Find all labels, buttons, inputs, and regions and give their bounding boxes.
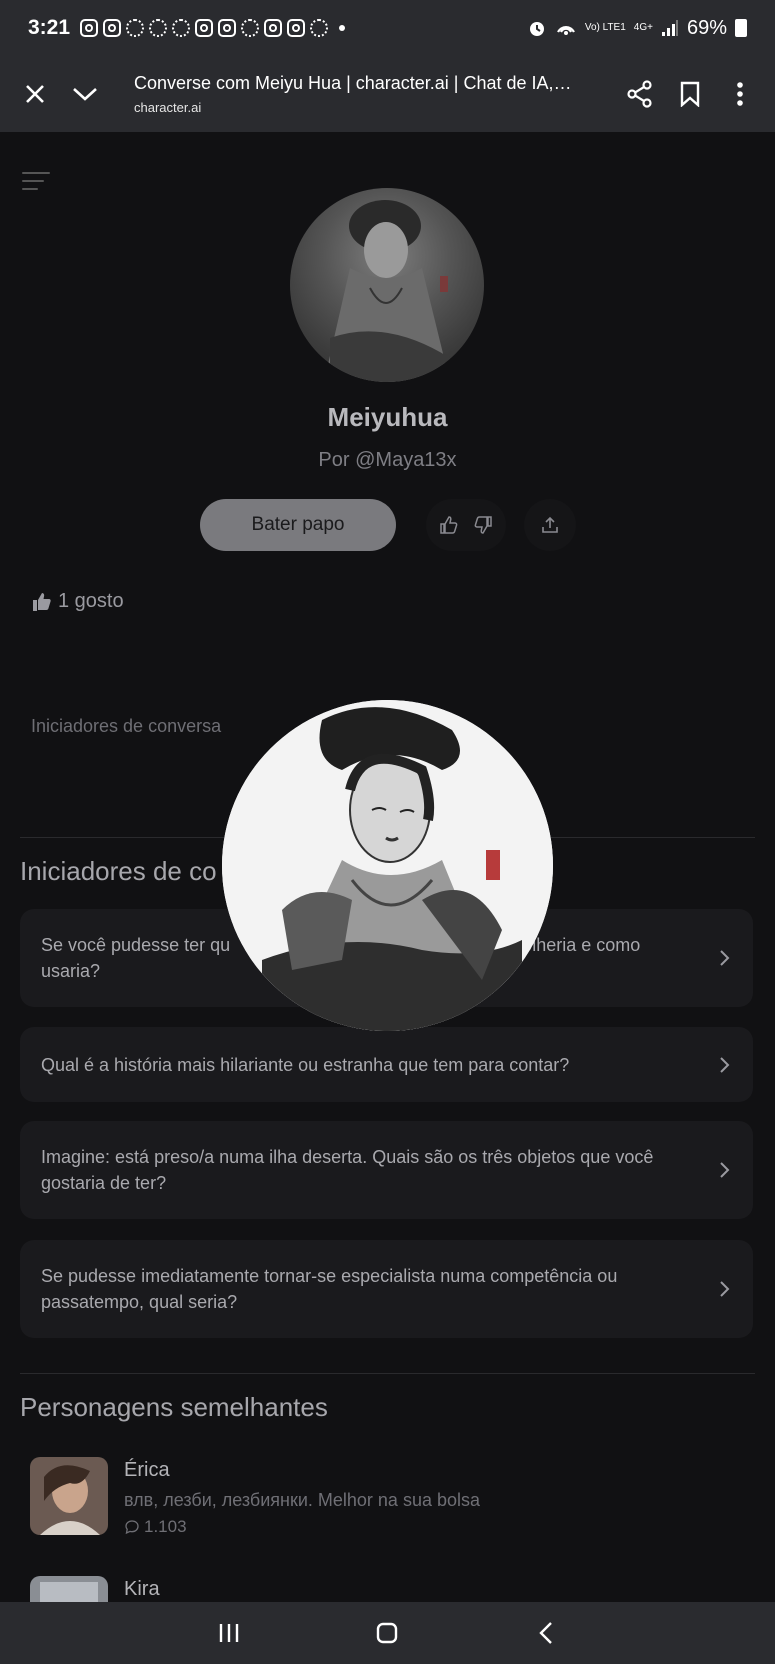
share-button[interactable] xyxy=(615,69,665,119)
similar-character-info: Kira xyxy=(124,1576,160,1602)
starter-card[interactable]: Qual é a história mais hilariante ou est… xyxy=(20,1027,753,1102)
starter-card[interactable]: Imagine: está preso/a numa ilha deserta.… xyxy=(20,1121,753,1219)
chat-count-value: 1.103 xyxy=(144,1517,187,1536)
status-bar: 3:21 Vo) LTE1 4G+ 69% xyxy=(0,0,775,56)
similar-character-item[interactable]: Érica влв, лезби, лезбиянки. Melhor na s… xyxy=(30,1457,480,1537)
similar-character-info: Érica влв, лезби, лезбиянки. Melhor na s… xyxy=(124,1457,480,1537)
app-icon xyxy=(172,19,191,37)
app-icon xyxy=(310,19,329,37)
collapse-button[interactable] xyxy=(60,69,110,119)
avatar-image xyxy=(30,1457,108,1535)
menu-icon[interactable] xyxy=(22,172,50,194)
browser-toolbar: Converse com Meiyu Hua | character.ai | … xyxy=(0,56,775,132)
app-icon xyxy=(126,19,145,37)
starters-title: Iniciadores de co xyxy=(20,856,217,886)
app-icon xyxy=(241,19,260,37)
similar-character-avatar xyxy=(30,1457,108,1535)
recent-apps-button[interactable] xyxy=(199,1608,259,1658)
network-indicator: 4G+ xyxy=(633,22,653,33)
recent-apps-icon xyxy=(219,1624,239,1642)
chevron-right-icon xyxy=(720,1281,730,1297)
chat-button[interactable]: Bater papo xyxy=(200,499,396,551)
status-right: Vo) LTE1 4G+ 69% xyxy=(527,17,747,40)
notification-icons xyxy=(80,19,346,37)
alarm-icon xyxy=(529,22,544,36)
page-title: Converse com Meiyu Hua | character.ai | … xyxy=(134,73,574,93)
character-name: Meiyuhua xyxy=(327,402,448,432)
battery-percent: 69% xyxy=(686,16,727,39)
chevron-right-icon xyxy=(720,950,730,966)
starter-text: Imagine: está preso/a numa ilha deserta.… xyxy=(41,1147,654,1193)
similar-character-item[interactable]: Kira xyxy=(30,1576,160,1602)
portrait-image xyxy=(222,700,553,1031)
close-icon xyxy=(26,85,44,103)
back-button[interactable] xyxy=(516,1608,576,1658)
instagram-icon xyxy=(80,19,99,37)
instagram-icon xyxy=(287,19,306,37)
chevron-right-icon xyxy=(720,1056,730,1073)
home-icon xyxy=(377,1622,398,1644)
status-time: 3:21 xyxy=(28,16,71,39)
starter-text: Se pudesse imediatamente tornar-se espec… xyxy=(41,1266,618,1312)
instagram-icon xyxy=(103,19,122,37)
character-author[interactable]: Por @Maya13x xyxy=(0,449,775,472)
close-button[interactable] xyxy=(10,69,60,119)
chevron-down-icon xyxy=(73,88,97,101)
starter-text: Qual é a história mais hilariante ou est… xyxy=(41,1054,570,1075)
instagram-icon xyxy=(195,19,214,37)
avatar-image xyxy=(30,1576,108,1602)
chevron-right-icon xyxy=(720,1162,730,1178)
similar-character-name: Érica xyxy=(124,1459,170,1481)
page-domain: character.ai xyxy=(134,100,202,115)
enlarged-avatar[interactable] xyxy=(222,700,553,1031)
signal-icon xyxy=(661,20,678,36)
more-vertical-icon xyxy=(737,82,743,106)
chat-count: 1.103 xyxy=(124,1517,480,1537)
similar-character-avatar xyxy=(30,1576,108,1602)
starters-tab-label[interactable]: Iniciadores de conversa xyxy=(31,716,221,737)
share-character-button[interactable] xyxy=(524,499,576,551)
system-nav-bar xyxy=(0,1602,775,1664)
thumbs-up-icon[interactable] xyxy=(439,515,459,535)
more-notifications-dot xyxy=(339,25,346,31)
page-content: Meiyuhua Por @Maya13x Bater papo 1 gosto… xyxy=(0,132,775,1602)
thumbs-down-icon[interactable] xyxy=(473,515,493,535)
divider xyxy=(20,1373,755,1374)
upload-icon xyxy=(542,516,558,533)
likes-count: 1 gosto xyxy=(32,590,124,613)
bookmark-icon xyxy=(680,81,700,107)
home-button[interactable] xyxy=(357,1608,417,1658)
chat-bubble-icon xyxy=(125,1520,139,1535)
page-title-box[interactable]: Converse com Meiyu Hua | character.ai | … xyxy=(110,73,615,115)
portrait-image xyxy=(324,200,450,382)
battery-icon xyxy=(735,19,747,37)
starter-card[interactable]: Se pudesse imediatamente tornar-se espec… xyxy=(20,1240,753,1338)
likes-label: 1 gosto xyxy=(58,590,124,612)
instagram-icon xyxy=(218,19,237,37)
thumbs-up-icon xyxy=(33,592,51,611)
hotspot-icon xyxy=(556,26,575,35)
character-avatar xyxy=(290,188,484,382)
back-icon xyxy=(539,1622,552,1644)
vote-group xyxy=(426,499,506,551)
similar-character-desc: влв, лезби, лезбиянки. Melhor na sua bol… xyxy=(124,1490,481,1510)
share-icon xyxy=(627,80,652,108)
app-icon xyxy=(149,19,168,37)
more-button[interactable] xyxy=(715,69,765,119)
bookmark-button[interactable] xyxy=(665,69,715,119)
similar-title: Personagens semelhantes xyxy=(20,1392,328,1422)
lte-indicator: Vo) LTE1 xyxy=(584,22,626,33)
similar-character-name: Kira xyxy=(124,1578,160,1600)
instagram-icon xyxy=(264,19,283,37)
